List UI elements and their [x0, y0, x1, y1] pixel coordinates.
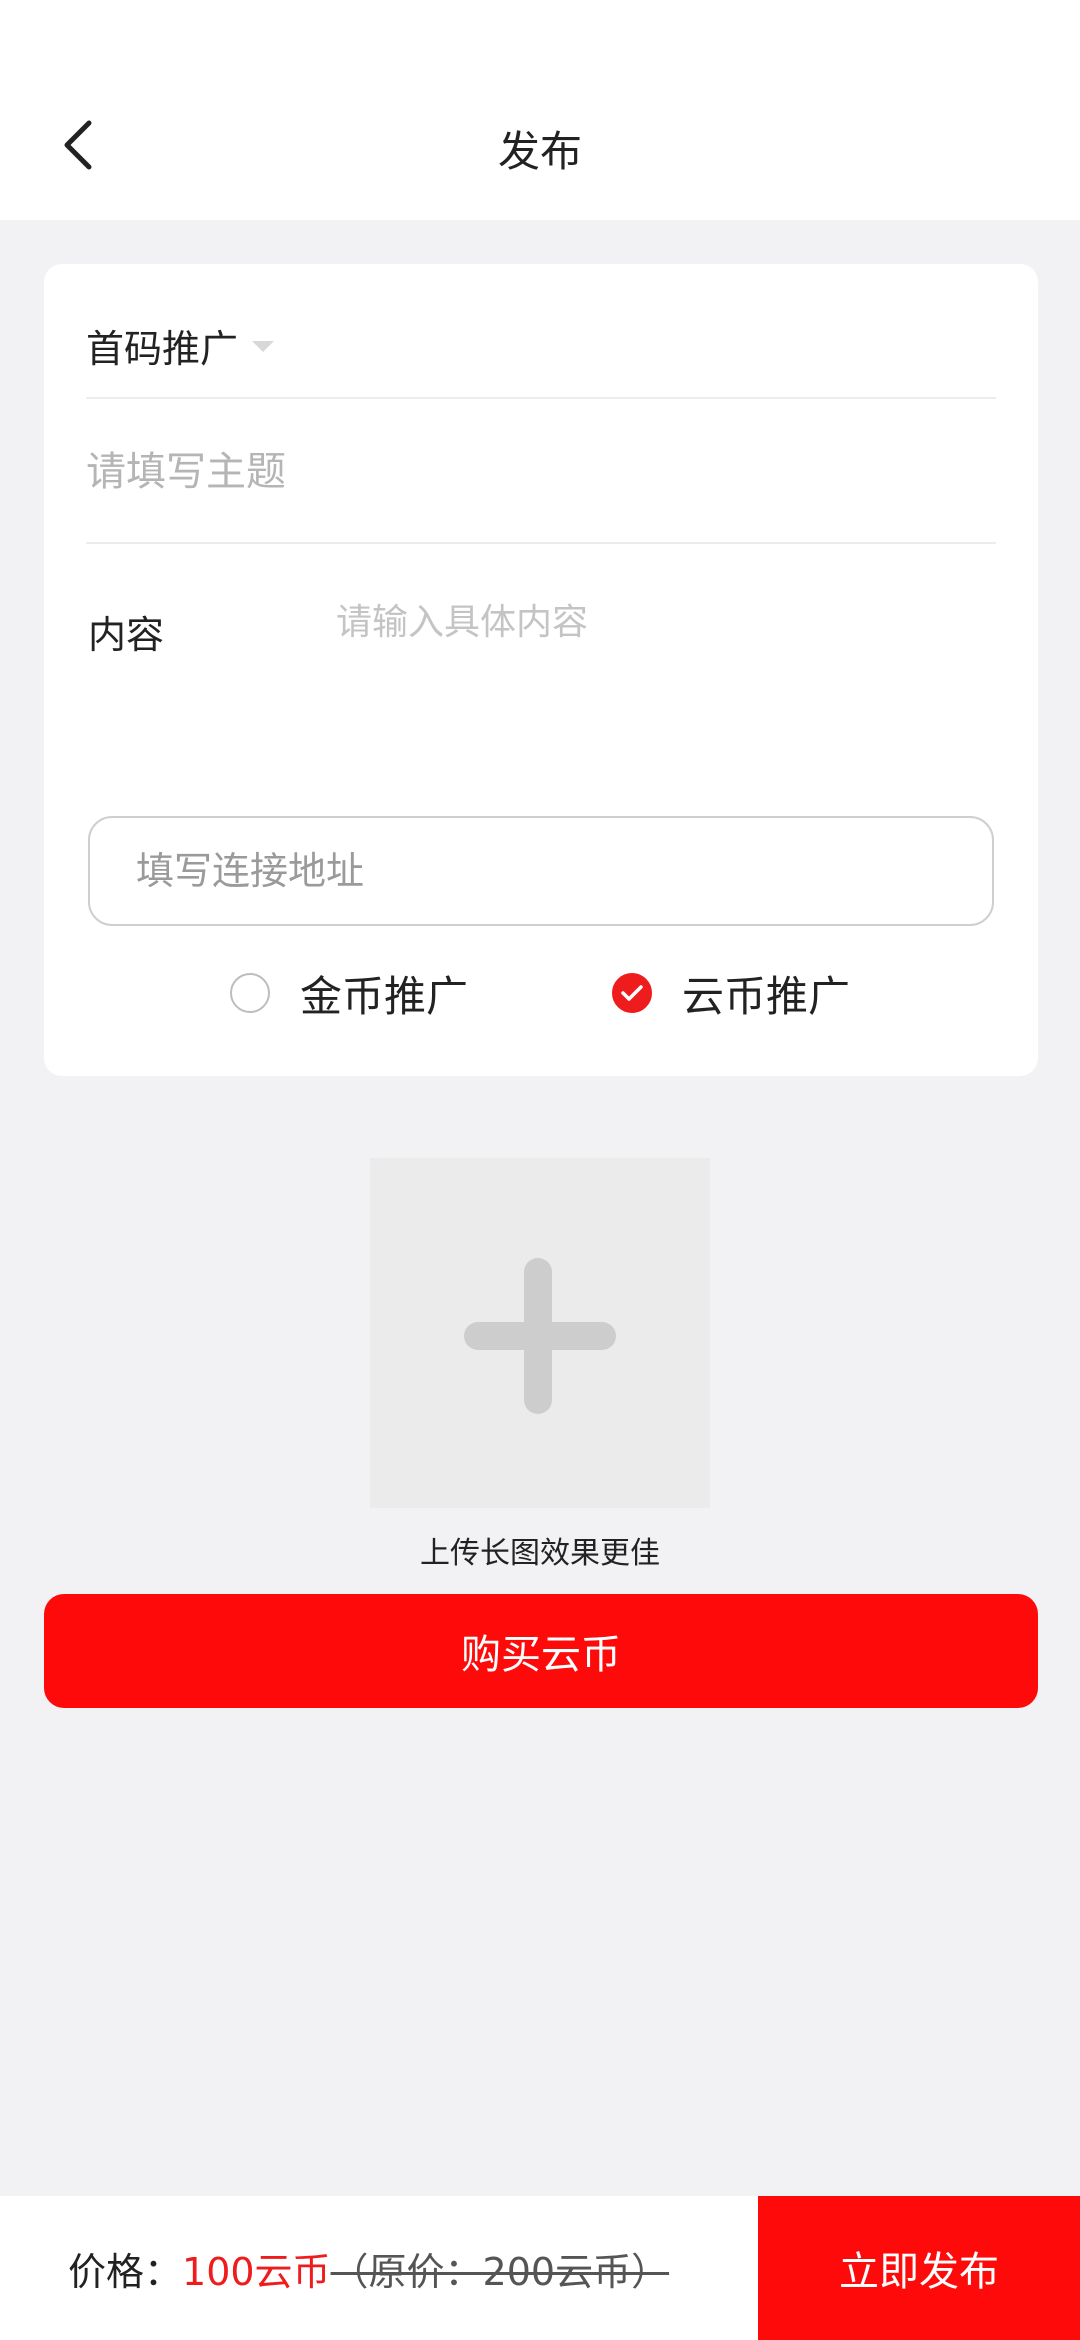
gold-coin-promotion-radio[interactable]: 金币推广 [230, 960, 468, 1026]
content-textarea[interactable] [336, 594, 986, 774]
publish-now-button[interactable]: 立即发布 [758, 2196, 1080, 2340]
publish-form-card: 首码推广 内容 金币推广 云币推广 [44, 264, 1038, 1076]
upload-hint: 上传长图效果更佳 [420, 1536, 660, 1571]
radio-label: 云币推广 [682, 971, 851, 1021]
cloud-coin-promotion-radio[interactable]: 云币推广 [612, 960, 850, 1026]
caret-down-icon [252, 341, 275, 352]
radio-label: 金币推广 [300, 971, 469, 1021]
image-upload-button[interactable] [370, 1158, 710, 1508]
top-bar: 发布 [0, 0, 1080, 220]
subject-input[interactable] [86, 412, 996, 532]
buy-cloud-coin-button[interactable]: 购买云币 [44, 1594, 1038, 1708]
price-summary: 价格： 100云币 （原价：200云币） [68, 2196, 669, 2340]
page-title: 发布 [497, 127, 582, 176]
divider [86, 397, 996, 399]
category-selector[interactable]: 首码推广 [86, 300, 996, 390]
radio-unchecked-icon [230, 973, 270, 1013]
content-label: 内容 [88, 613, 165, 657]
price-label: 价格： [68, 2249, 183, 2294]
price-value: 100云币 [182, 2249, 331, 2294]
divider [86, 542, 996, 544]
original-price: （原价：200云币） [330, 2249, 670, 2294]
link-url-input[interactable] [88, 816, 994, 926]
category-label: 首码推广 [86, 326, 239, 371]
radio-checked-icon [612, 973, 652, 1013]
